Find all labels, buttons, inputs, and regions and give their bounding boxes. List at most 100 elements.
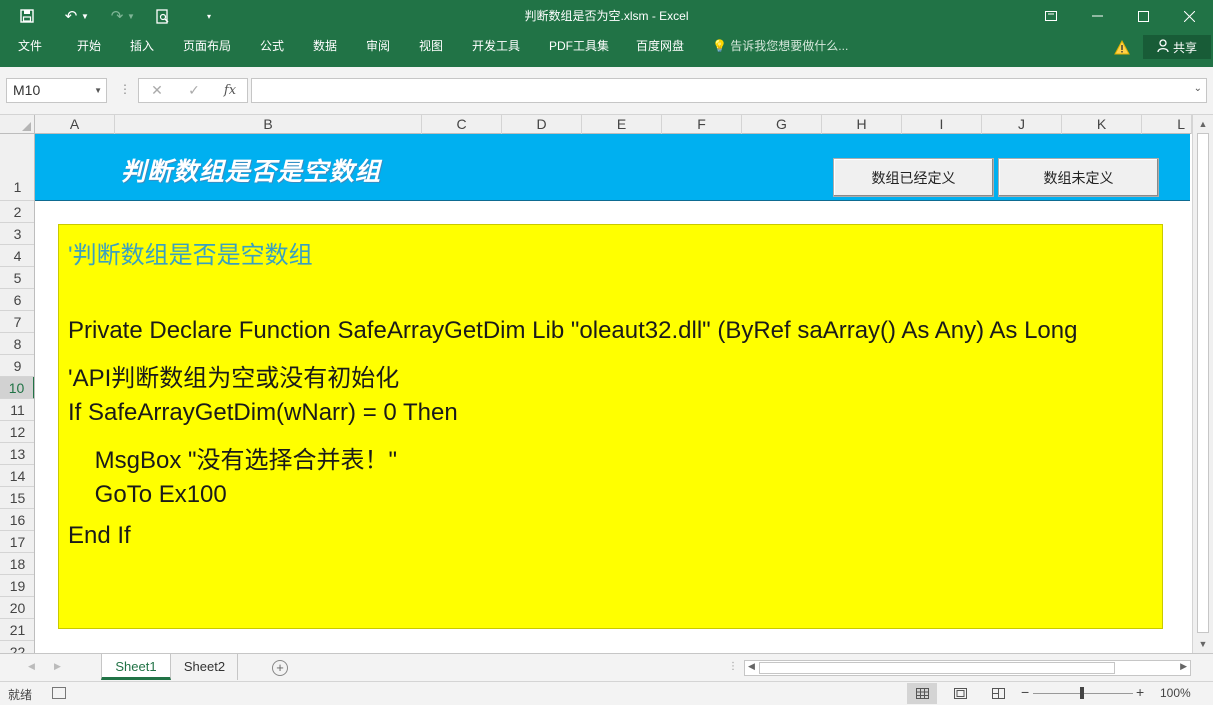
column-header-j[interactable]: J	[982, 115, 1062, 134]
row-header[interactable]: 7	[0, 311, 34, 333]
row-header[interactable]: 19	[0, 575, 34, 597]
column-header-d[interactable]: D	[502, 115, 582, 134]
print-preview-icon[interactable]	[150, 0, 176, 32]
tab-file[interactable]: 文件	[18, 32, 42, 60]
minimize-icon[interactable]	[1074, 0, 1120, 32]
tab-data[interactable]: 数据	[313, 32, 337, 60]
tab-formulas[interactable]: 公式	[260, 32, 284, 60]
splitter-icon[interactable]: ⋮	[728, 661, 738, 672]
save-icon[interactable]	[14, 0, 40, 32]
zoom-slider-knob[interactable]	[1080, 687, 1084, 699]
column-header-e[interactable]: E	[582, 115, 662, 134]
column-header-h[interactable]: H	[822, 115, 902, 134]
row-header[interactable]: 16	[0, 509, 34, 531]
column-header-i[interactable]: I	[902, 115, 982, 134]
name-box-value: M10	[13, 82, 41, 98]
code-line: GoTo Ex100	[68, 481, 227, 508]
enter-check-icon[interactable]: ✓	[179, 79, 209, 102]
zoom-out-icon[interactable]: −	[1021, 684, 1029, 700]
row-header[interactable]: 14	[0, 465, 34, 487]
column-header-a[interactable]: A	[35, 115, 115, 134]
tell-me-text: 告诉我您想要做什么...	[730, 39, 849, 53]
tab-view[interactable]: 视图	[419, 32, 443, 60]
array-defined-button[interactable]: 数组已经定义	[833, 158, 994, 197]
column-header-l[interactable]: L	[1142, 115, 1192, 134]
close-icon[interactable]	[1166, 0, 1212, 32]
row-header[interactable]: 22	[0, 641, 34, 653]
scroll-up-icon[interactable]: ▲	[1197, 119, 1209, 131]
row-header[interactable]: 8	[0, 333, 34, 355]
page-layout-view-icon[interactable]	[945, 683, 975, 704]
horizontal-scrollbar[interactable]: ◀ ▶	[744, 660, 1191, 676]
macro-record-icon[interactable]	[52, 687, 66, 699]
page-break-view-icon[interactable]	[983, 683, 1013, 704]
header-banner: 判断数组是否是空数组 数组已经定义 数组未定义	[35, 134, 1190, 201]
vertical-scrollbar[interactable]: ▲ ▼	[1192, 115, 1213, 653]
name-box[interactable]: M10 ▼	[6, 78, 107, 103]
ribbon-display-icon[interactable]	[1028, 0, 1074, 32]
row-header[interactable]: 18	[0, 553, 34, 575]
row-header[interactable]: 9	[0, 355, 34, 377]
tab-pdf-tools[interactable]: PDF工具集	[549, 32, 609, 60]
code-line: Private Declare Function SafeArrayGetDim…	[68, 317, 1078, 344]
worksheet-grid[interactable]: 判断数组是否是空数组 数组已经定义 数组未定义 '判断数组是否是空数组 Priv…	[35, 134, 1192, 653]
scroll-down-icon[interactable]: ▼	[1197, 639, 1209, 651]
add-sheet-icon[interactable]: +	[272, 660, 288, 676]
row-header[interactable]: 13	[0, 443, 34, 465]
column-header-c[interactable]: C	[422, 115, 502, 134]
tab-baidu-netdisk[interactable]: 百度网盘	[636, 32, 684, 60]
row-header[interactable]: 3	[0, 223, 34, 245]
column-header-g[interactable]: G	[742, 115, 822, 134]
chevron-down-icon[interactable]: ▼	[94, 79, 102, 102]
normal-view-icon[interactable]	[907, 683, 937, 704]
next-sheet-icon[interactable]: ▶	[54, 661, 61, 672]
row-header[interactable]: 11	[0, 399, 34, 421]
tab-insert[interactable]: 插入	[130, 32, 154, 60]
row-header[interactable]: 2	[0, 201, 34, 223]
drag-handle-icon[interactable]: ⋮	[119, 82, 131, 96]
customize-toolbar-icon[interactable]: ▾	[196, 0, 222, 32]
row-header[interactable]: 15	[0, 487, 34, 509]
row-header-selected[interactable]: 10	[0, 377, 34, 399]
sheet-tab-sheet1[interactable]: Sheet1	[101, 654, 171, 680]
share-button[interactable]: 共享	[1143, 35, 1211, 59]
row-header[interactable]: 21	[0, 619, 34, 641]
undo-dropdown-icon[interactable]: ▼	[78, 0, 92, 32]
column-header-b[interactable]: B	[115, 115, 422, 134]
expand-formula-icon[interactable]: ⌄	[1194, 83, 1202, 94]
scroll-right-icon[interactable]: ▶	[1180, 661, 1187, 672]
code-textbox: '判断数组是否是空数组 Private Declare Function Saf…	[58, 224, 1163, 629]
row-header[interactable]: 12	[0, 421, 34, 443]
tab-page-layout[interactable]: 页面布局	[183, 32, 231, 60]
tab-developer[interactable]: 开发工具	[472, 32, 520, 60]
zoom-in-icon[interactable]: +	[1136, 684, 1144, 700]
maximize-icon[interactable]	[1120, 0, 1166, 32]
code-line: If SafeArrayGetDim(wNarr) = 0 Then	[68, 399, 458, 426]
sheet-tab-sheet2[interactable]: Sheet2	[172, 654, 238, 680]
prev-sheet-icon[interactable]: ◀	[28, 661, 35, 672]
row-header[interactable]: 5	[0, 267, 34, 289]
redo-dropdown-icon[interactable]: ▼	[124, 0, 138, 32]
vertical-scroll-thumb[interactable]	[1197, 133, 1209, 633]
select-all-corner[interactable]	[0, 115, 35, 134]
column-header-f[interactable]: F	[662, 115, 742, 134]
scroll-left-icon[interactable]: ◀	[748, 661, 755, 672]
insert-function-icon[interactable]: fx	[215, 79, 245, 102]
tab-review[interactable]: 审阅	[366, 32, 390, 60]
row-header[interactable]: 20	[0, 597, 34, 619]
row-header[interactable]: 4	[0, 245, 34, 267]
cancel-icon[interactable]: ✕	[142, 79, 172, 102]
row-header[interactable]: 1	[0, 134, 34, 201]
zoom-level[interactable]: 100%	[1160, 686, 1191, 700]
row-header[interactable]: 6	[0, 289, 34, 311]
formula-input[interactable]: ⌄	[251, 78, 1207, 103]
formula-buttons: ✕ ✓ fx	[138, 78, 248, 103]
warning-icon[interactable]	[1113, 38, 1131, 56]
person-icon	[1157, 39, 1169, 55]
column-header-k[interactable]: K	[1062, 115, 1142, 134]
horizontal-scroll-thumb[interactable]	[759, 662, 1115, 674]
row-header[interactable]: 17	[0, 531, 34, 553]
tell-me-search[interactable]: 💡 告诉我您想要做什么...	[712, 32, 848, 60]
array-undefined-button[interactable]: 数组未定义	[998, 158, 1159, 197]
tab-home[interactable]: 开始	[77, 32, 101, 60]
